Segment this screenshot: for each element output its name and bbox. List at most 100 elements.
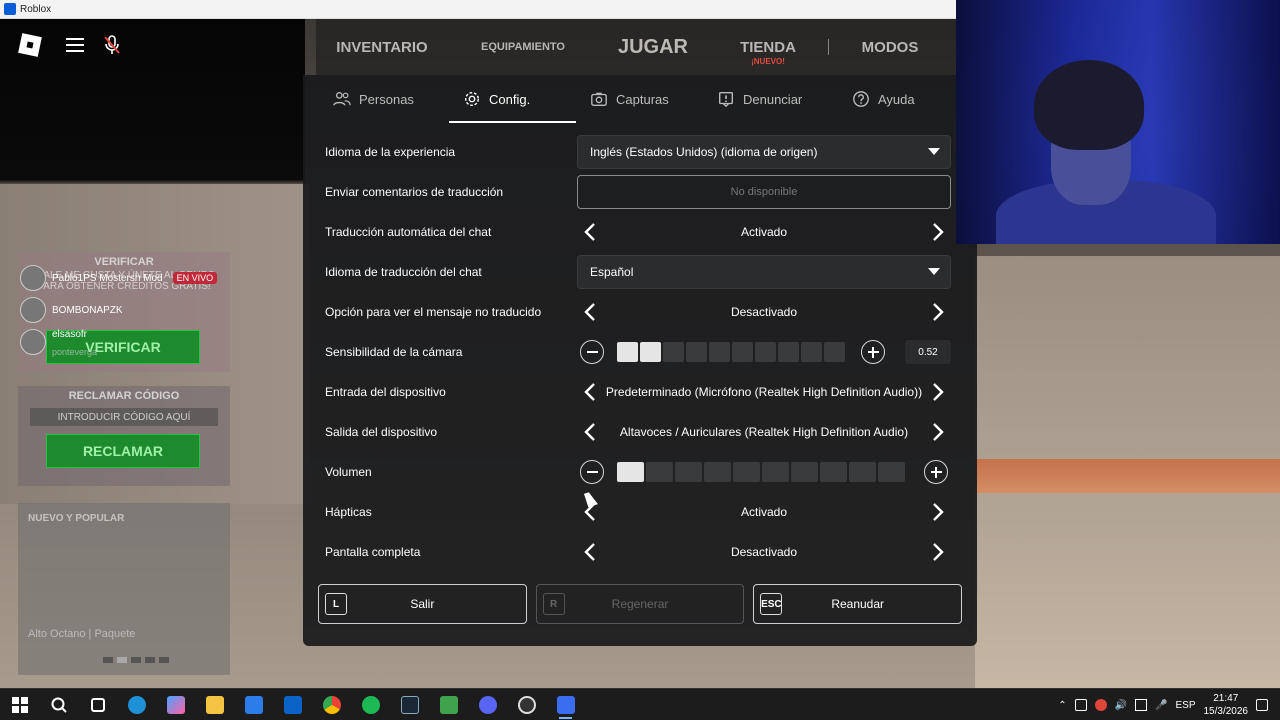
- taskbar-chrome[interactable]: [312, 689, 351, 720]
- language-indicator[interactable]: ESP: [1175, 700, 1195, 711]
- slider-segment[interactable]: [704, 462, 731, 482]
- volume-slider[interactable]: [617, 462, 905, 482]
- tab-config[interactable]: Config.: [449, 75, 576, 123]
- experience-language-dropdown[interactable]: Inglés (Estados Unidos) (idioma de orige…: [577, 135, 951, 169]
- leave-button[interactable]: L Salir: [318, 584, 527, 624]
- roblox-app-icon: [4, 3, 16, 15]
- slider-segment[interactable]: [849, 462, 876, 482]
- taskbar-roblox[interactable]: [546, 689, 585, 720]
- chat-translation-language-dropdown[interactable]: Español: [577, 255, 951, 289]
- slider-segment[interactable]: [801, 342, 822, 362]
- claim-code-title: RECLAMAR CÓDIGO: [68, 390, 180, 402]
- slider-segment[interactable]: [709, 342, 730, 362]
- decrease-button[interactable]: [580, 460, 604, 484]
- selector-value: Activado: [740, 505, 788, 519]
- chevron-left-icon[interactable]: [580, 421, 602, 443]
- taskbar-steam[interactable]: [390, 689, 429, 720]
- taskbar-spotify[interactable]: [351, 689, 390, 720]
- increase-button[interactable]: [924, 460, 948, 484]
- slider-segment[interactable]: [686, 342, 707, 362]
- roblox-menu-icon[interactable]: [18, 33, 42, 57]
- setting-label: Hápticas: [325, 505, 372, 519]
- chevron-right-icon[interactable]: [926, 301, 948, 323]
- clock[interactable]: 21:47 15/3/2026: [1204, 692, 1249, 718]
- tray-app-icon[interactable]: [1074, 699, 1087, 711]
- taskbar-edge[interactable]: [117, 689, 156, 720]
- tab-ayuda[interactable]: Ayuda: [838, 75, 958, 123]
- slider-segment[interactable]: [778, 342, 799, 362]
- chevron-left-icon[interactable]: [580, 381, 602, 403]
- increase-button[interactable]: [861, 340, 885, 364]
- button-label: Reanudar: [831, 597, 885, 611]
- slider-segment[interactable]: [878, 462, 905, 482]
- task-view-button[interactable]: [78, 689, 117, 720]
- slider-segment[interactable]: [617, 342, 638, 362]
- mic-muted-icon[interactable]: [102, 34, 124, 56]
- chevron-left-icon[interactable]: [580, 221, 602, 243]
- folder-icon: [205, 695, 224, 714]
- chat-message: elsasofr ponteverga: [20, 326, 230, 358]
- nav-jugar[interactable]: JUGAR: [598, 36, 708, 59]
- taskbar-discord[interactable]: [468, 689, 507, 720]
- slider-segment[interactable]: [733, 462, 760, 482]
- network-icon[interactable]: [1135, 699, 1148, 711]
- slider-segment[interactable]: [663, 342, 684, 362]
- camera-sensitivity-value[interactable]: 0.52: [905, 340, 951, 364]
- new-popular-title: NUEVO Y POPULAR: [28, 513, 125, 524]
- slider-segment[interactable]: [791, 462, 818, 482]
- search-button[interactable]: [39, 689, 78, 720]
- hamburger-menu-icon[interactable]: [66, 38, 84, 52]
- slider-segment[interactable]: [824, 342, 845, 362]
- slider-segment[interactable]: [755, 342, 776, 362]
- slider-segment[interactable]: [675, 462, 702, 482]
- slider-segment[interactable]: [820, 462, 847, 482]
- slider-segment[interactable]: [646, 462, 673, 482]
- webcam-person-hair: [1034, 60, 1144, 150]
- decrease-button[interactable]: [580, 340, 604, 364]
- chevron-right-icon[interactable]: [926, 541, 948, 563]
- nav-equipamiento[interactable]: EQUIPAMIENTO: [448, 41, 598, 53]
- taskbar-mail[interactable]: [273, 689, 312, 720]
- selector-value: Predeterminado (Micrófono (Realtek High …: [605, 385, 923, 399]
- chevron-left-icon[interactable]: [580, 301, 602, 323]
- nav-tienda[interactable]: TIENDA ¡NUEVO!: [708, 39, 828, 66]
- chevron-right-icon[interactable]: [926, 221, 948, 243]
- windows-taskbar: ⌃ 🔊 🎤 ESP 21:47 15/3/2026: [0, 688, 1280, 720]
- obs-icon: [517, 695, 536, 714]
- resume-button[interactable]: ESC Reanudar: [753, 584, 963, 624]
- tray-app-icon[interactable]: [1094, 699, 1107, 711]
- chevron-right-icon[interactable]: [926, 381, 948, 403]
- chat-message: Pablo1PS Mostersh Mod EN VIVO: [20, 262, 230, 294]
- slider-segment[interactable]: [617, 462, 644, 482]
- slider-segment[interactable]: [762, 462, 789, 482]
- slider-segment[interactable]: [640, 342, 661, 362]
- slider-segment[interactable]: [732, 342, 753, 362]
- volume-icon[interactable]: 🔊: [1115, 700, 1127, 711]
- chevron-up-icon[interactable]: ⌃: [1058, 700, 1066, 711]
- tab-personas[interactable]: Personas: [319, 75, 449, 123]
- tab-capturas[interactable]: Capturas: [576, 75, 703, 123]
- notifications-icon[interactable]: [1256, 699, 1268, 711]
- selector-value: Altavoces / Auriculares (Realtek High De…: [619, 425, 909, 439]
- taskbar-explorer[interactable]: [195, 689, 234, 720]
- claim-button[interactable]: RECLAMAR: [46, 434, 200, 468]
- setting-input-device: Entrada del dispositivo Predeterminado (…: [325, 372, 955, 412]
- nav-inventario[interactable]: INVENTARIO: [316, 39, 448, 56]
- tab-denunciar[interactable]: Denunciar: [703, 75, 838, 123]
- chevron-right-icon[interactable]: [926, 421, 948, 443]
- dropdown-value: Español: [590, 265, 634, 279]
- nav-modos[interactable]: MODOS: [829, 39, 951, 56]
- setting-label: Idioma de la experiencia: [325, 145, 456, 159]
- taskbar-store[interactable]: [234, 689, 273, 720]
- code-input[interactable]: INTRODUCIR CÓDIGO AQUÍ: [30, 408, 218, 426]
- taskbar-copilot[interactable]: [156, 689, 195, 720]
- new-popular-card[interactable]: NUEVO Y POPULAR Alto Octano | Paquete: [18, 503, 230, 675]
- chevron-left-icon[interactable]: [580, 541, 602, 563]
- carousel-dots[interactable]: [103, 657, 169, 663]
- mic-icon[interactable]: 🎤: [1155, 700, 1167, 711]
- camera-sensitivity-slider[interactable]: [617, 342, 845, 362]
- taskbar-xbox[interactable]: [429, 689, 468, 720]
- taskbar-obs[interactable]: [507, 689, 546, 720]
- start-button[interactable]: [0, 689, 39, 720]
- chevron-right-icon[interactable]: [926, 501, 948, 523]
